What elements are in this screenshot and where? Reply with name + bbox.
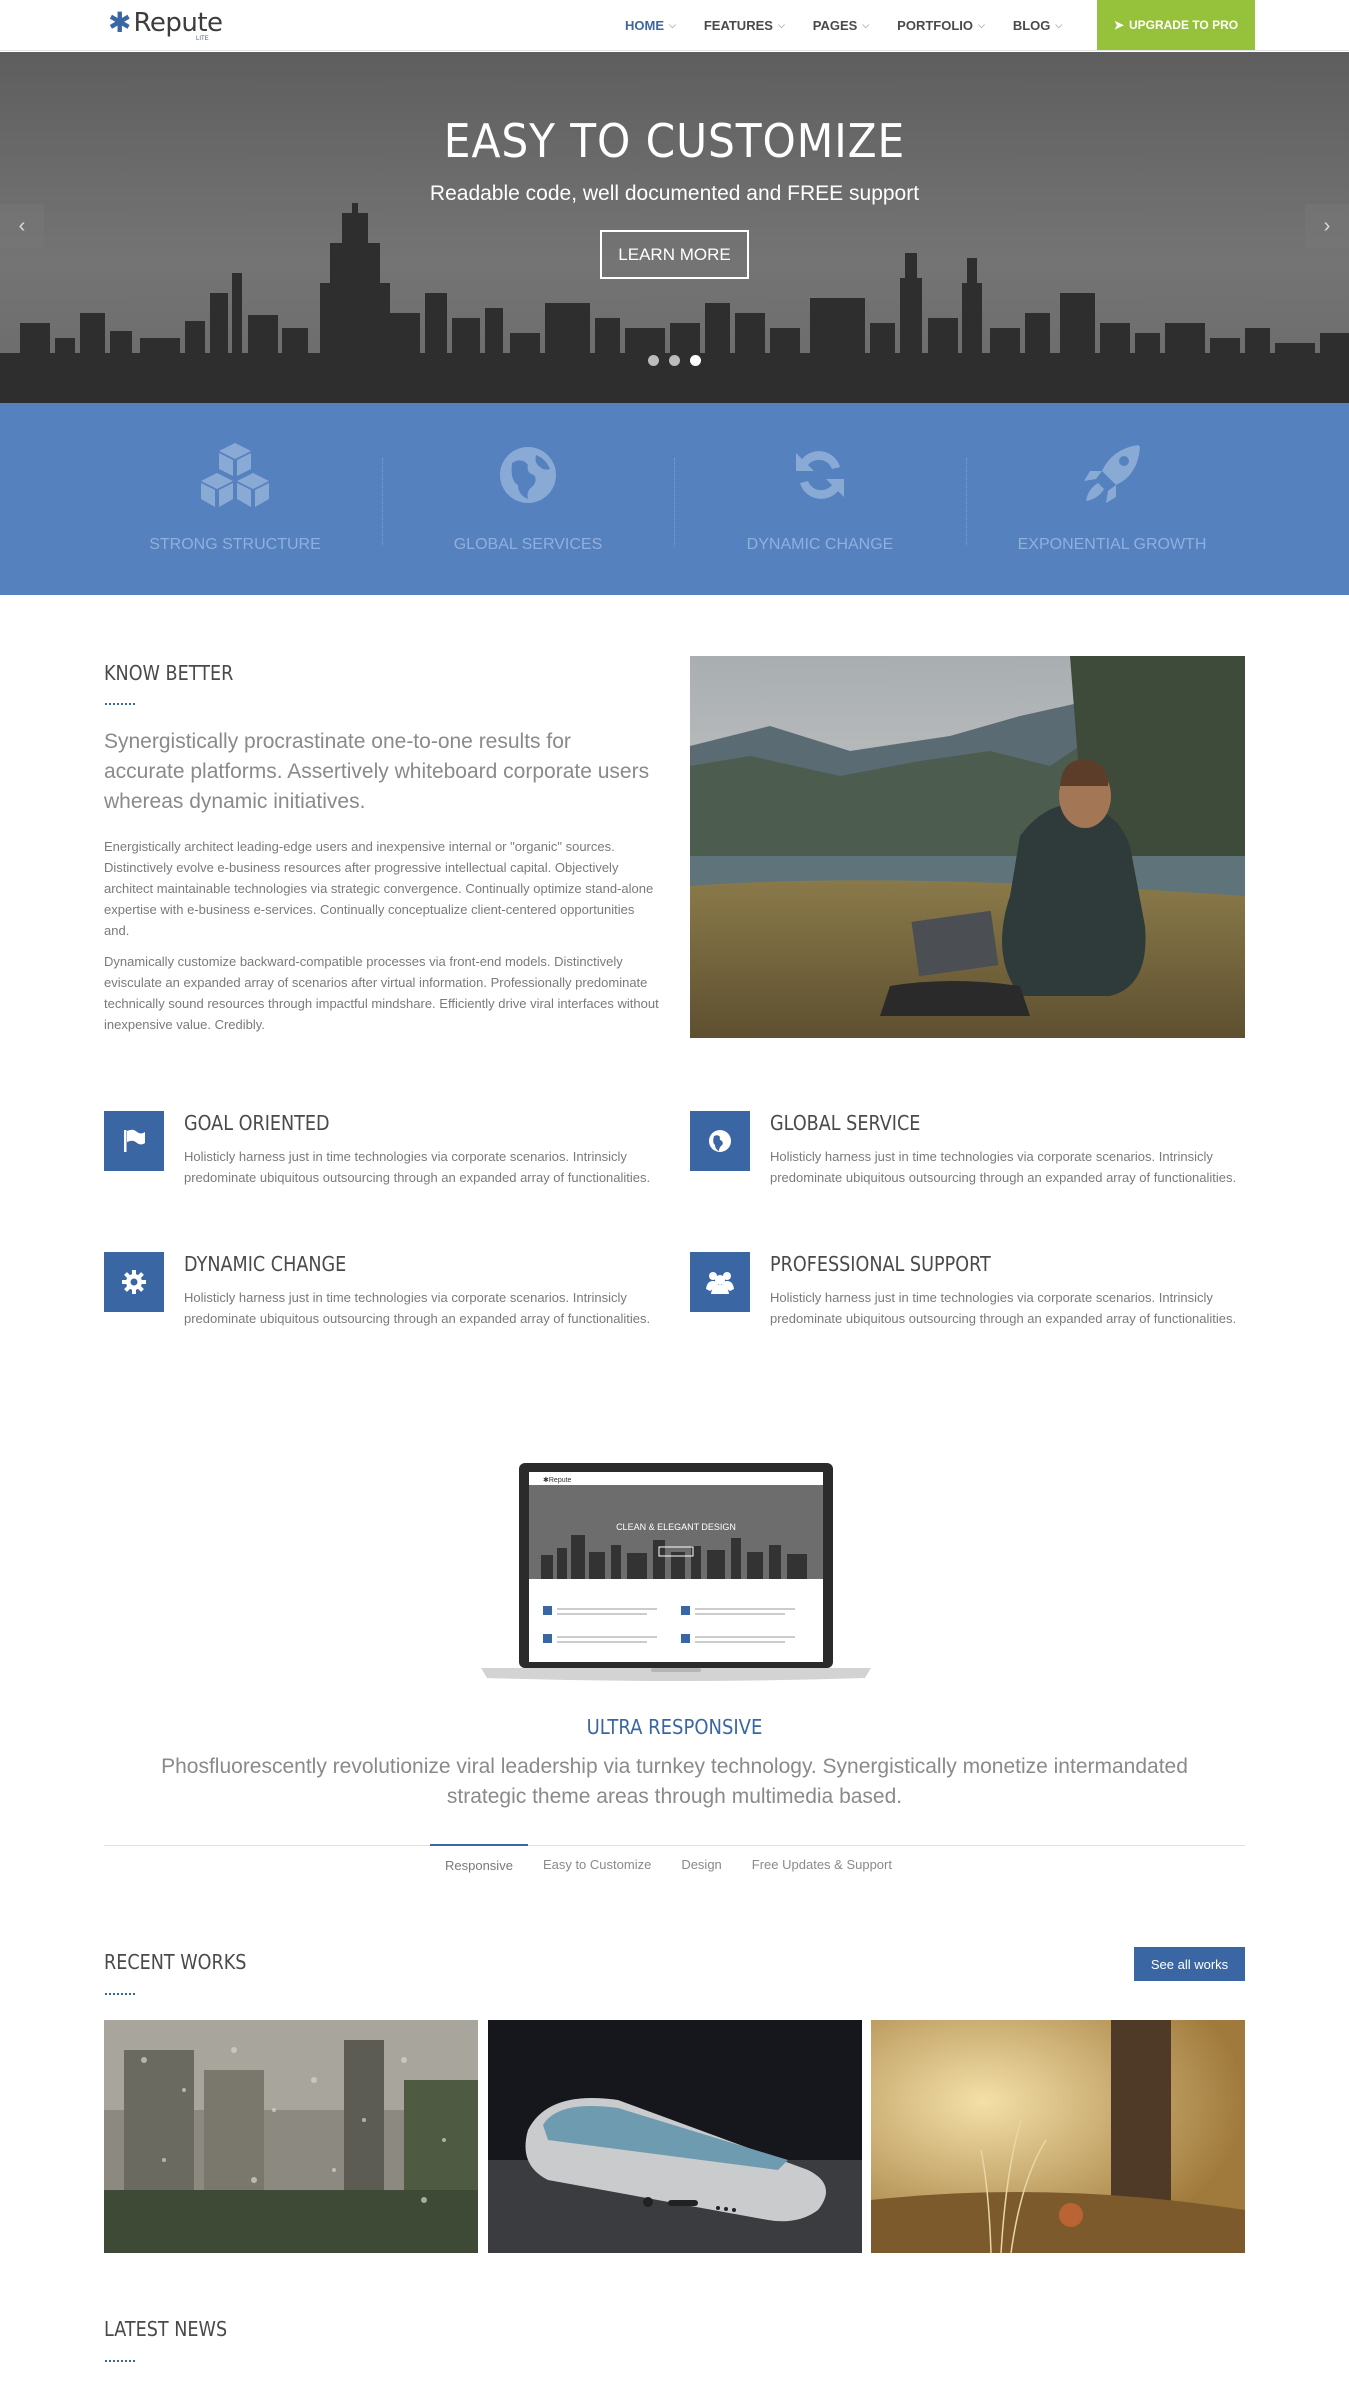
nav-home[interactable]: HOME ⌵ xyxy=(625,18,676,33)
feature-label: EXPONENTIAL GROWTH xyxy=(1017,536,1207,553)
nav-blog-label: BLOG xyxy=(1012,17,1051,33)
service-description: Holisticly harness just in time technolo… xyxy=(184,1149,651,1185)
know-better-paragraph-1: Energistically architect leading-edge us… xyxy=(104,839,654,938)
man-with-laptop-photo xyxy=(690,656,1245,1038)
feature-tabs: Responsive Easy to Customize Design Free… xyxy=(430,1844,907,1881)
gear-icon xyxy=(104,1252,164,1312)
slider-dot[interactable] xyxy=(648,355,659,366)
service-title: GLOBAL SERVICE xyxy=(770,1111,921,1135)
cubes-icon xyxy=(201,443,269,507)
work-item-rain-window[interactable] xyxy=(104,2020,478,2253)
flag-icon xyxy=(104,1111,164,1171)
nav-features-label: FEATURES xyxy=(703,17,773,33)
slider-dots xyxy=(648,355,711,366)
page: ✱ Repute LITE HOME ⌵ FEATURES ⌵ PAGES ⌵ POR… xyxy=(0,0,1349,2388)
know-better-paragraph-2: Dynamically customize backward-compatibl… xyxy=(104,954,659,1032)
top-navbar: ✱ Repute LITE HOME ⌵ FEATURES ⌵ PAGES ⌵ POR… xyxy=(0,0,1349,51)
latest-news-heading: LATEST NEWS xyxy=(104,2317,228,2341)
rocket-icon: ➤ xyxy=(1113,18,1124,32)
asterisk-logo-icon: ✱ xyxy=(108,7,132,38)
upgrade-label: UPGRADE TO PRO xyxy=(1128,18,1239,32)
laptop-mockup-image: ✱Repute CLEAN & ELEGANT DESIGN xyxy=(481,1460,871,1687)
svg-text:✱Repute: ✱Repute xyxy=(543,1476,572,1484)
service-description: Holisticly harness just in time technolo… xyxy=(770,1290,1237,1326)
globe-icon xyxy=(690,1111,750,1171)
feature-label: GLOBAL SERVICES xyxy=(453,536,603,553)
know-better-heading: KNOW BETTER xyxy=(104,661,234,685)
nav-pages[interactable]: PAGES ⌵ xyxy=(813,18,869,33)
main-nav: HOME ⌵ FEATURES ⌵ PAGES ⌵ PORTFOLIO ⌵ BLOG ⌵ xyxy=(625,0,1090,50)
nav-pages-label: PAGES xyxy=(812,17,858,33)
feature-exponential-growth[interactable]: EXPONENTIAL GROWTH xyxy=(966,403,1258,595)
slider-dot[interactable] xyxy=(669,355,680,366)
hero-subtitle: Readable code, well documented and FREE … xyxy=(429,182,920,205)
chevron-down-icon: ⌵ xyxy=(862,19,870,30)
chevron-down-icon: ⌵ xyxy=(669,19,676,30)
nav-home-label: HOME xyxy=(625,17,664,33)
work-item-phone[interactable] xyxy=(488,2020,862,2253)
feature-label: DYNAMIC CHANGE xyxy=(746,536,894,553)
hero-slider: EASY TO CUSTOMIZE Readable code, well do… xyxy=(0,52,1349,403)
logo-text: Repute xyxy=(133,8,223,38)
service-dynamic-change: DYNAMIC CHANGE Holisticly harness just i… xyxy=(104,1252,664,1362)
service-goal-oriented: GOAL ORIENTED Holisticly harness just in… xyxy=(104,1111,664,1221)
service-description: Holisticly harness just in time technolo… xyxy=(770,1149,1237,1185)
tab-easy-to-customize[interactable]: Easy to Customize xyxy=(528,1845,666,1881)
ultra-responsive-title: ULTRA RESPONSIVE xyxy=(586,1715,763,1739)
feature-global-services[interactable]: GLOBAL SERVICES xyxy=(382,403,674,595)
refresh-icon xyxy=(796,451,844,499)
tab-design[interactable]: Design xyxy=(666,1845,736,1881)
work-item-meadow[interactable] xyxy=(871,2020,1245,2253)
chevron-left-icon[interactable]: ‹ xyxy=(0,204,44,248)
nav-portfolio[interactable]: PORTFOLIO ⌵ xyxy=(897,18,985,33)
heading-underline xyxy=(105,1993,135,1995)
heading-underline xyxy=(105,2360,135,2362)
service-professional-support: PROFESSIONAL SUPPORT Holisticly harness … xyxy=(690,1252,1250,1362)
logo-subtext: LITE xyxy=(196,36,209,42)
know-better-lead: Synergistically procrastinate one-to-one… xyxy=(104,730,650,813)
heading-underline xyxy=(105,703,135,705)
globe-icon xyxy=(500,447,556,503)
service-title: DYNAMIC CHANGE xyxy=(184,1252,347,1276)
nav-portfolio-label: PORTFOLIO xyxy=(897,17,973,33)
chevron-down-icon: ⌵ xyxy=(777,19,785,30)
chevron-down-icon: ⌵ xyxy=(1055,19,1063,30)
service-title: PROFESSIONAL SUPPORT xyxy=(770,1252,991,1276)
service-description: Holisticly harness just in time technolo… xyxy=(184,1290,651,1326)
logo[interactable]: ✱ Repute LITE xyxy=(108,7,223,43)
service-global-service: GLOBAL SERVICE Holisticly harness just i… xyxy=(690,1111,1250,1221)
rocket-icon xyxy=(1084,445,1140,503)
learn-more-button[interactable]: LEARN MORE xyxy=(600,230,749,279)
laptop-screen-title: CLEAN & ELEGANT DESIGN xyxy=(616,1522,736,1532)
hero-title: EASY TO CUSTOMIZE xyxy=(443,114,906,168)
see-all-works-button[interactable]: See all works xyxy=(1134,1947,1245,1981)
slider-dot-active[interactable] xyxy=(690,355,701,366)
service-title: GOAL ORIENTED xyxy=(184,1111,330,1135)
nav-blog[interactable]: BLOG ⌵ xyxy=(1013,18,1062,33)
features-strip: STRONG STRUCTURE GLOBAL SERVICES DYNAMIC… xyxy=(0,403,1349,595)
nav-features[interactable]: FEATURES ⌵ xyxy=(704,18,785,33)
feature-dynamic-change[interactable]: DYNAMIC CHANGE xyxy=(674,403,966,595)
users-icon xyxy=(690,1252,750,1312)
feature-label: STRONG STRUCTURE xyxy=(149,536,321,553)
tab-responsive[interactable]: Responsive xyxy=(430,1844,528,1880)
ultra-responsive-subtitle: Phosfluorescently revolutionize viral le… xyxy=(161,1755,1188,1808)
recent-works-heading: RECENT WORKS xyxy=(104,1950,247,1974)
chevron-down-icon: ⌵ xyxy=(978,19,985,30)
upgrade-to-pro-button[interactable]: ➤ UPGRADE TO PRO xyxy=(1097,0,1255,50)
feature-strong-structure[interactable]: STRONG STRUCTURE xyxy=(89,403,381,595)
tab-free-updates-support[interactable]: Free Updates & Support xyxy=(737,1845,907,1881)
chevron-right-icon[interactable]: › xyxy=(1305,204,1349,248)
